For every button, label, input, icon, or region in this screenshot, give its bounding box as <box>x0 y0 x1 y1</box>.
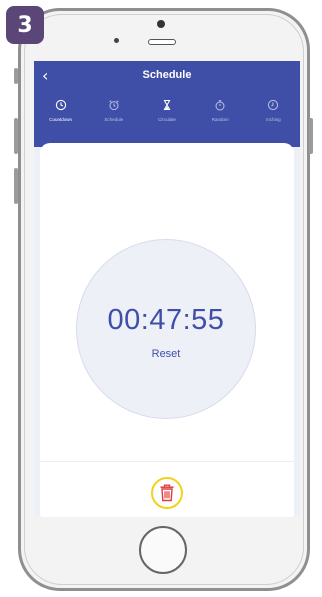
page-title: Schedule <box>142 69 192 81</box>
front-camera-icon <box>157 20 165 28</box>
tab-label: Countdown <box>49 117 72 122</box>
tab-countdown[interactable]: Countdown <box>34 99 87 139</box>
tab-label: Schedule <box>104 117 124 122</box>
clock-icon <box>55 99 66 111</box>
reset-button[interactable]: Reset <box>77 348 255 360</box>
hourglass-icon <box>163 99 171 111</box>
tab-label: Inching <box>266 117 281 122</box>
countdown-card: 00:47:55 Reset <box>40 143 294 517</box>
tab-label: Circulate <box>158 117 176 122</box>
tab-schedule[interactable]: Schedule <box>87 99 140 139</box>
tab-circulate[interactable]: Circulate <box>140 99 193 139</box>
volume-down-button <box>14 168 18 204</box>
tab-bar: Countdown Schedule Circulate Random Inch… <box>34 99 300 139</box>
delete-button[interactable] <box>151 477 183 509</box>
trash-icon <box>160 484 174 502</box>
tab-random[interactable]: Random <box>194 99 247 139</box>
tab-inching[interactable]: Inching <box>247 99 300 139</box>
mute-switch <box>14 68 18 84</box>
power-button <box>309 118 313 154</box>
tab-label: Random <box>211 117 229 122</box>
countdown-time: 00:47:55 <box>107 304 225 336</box>
app-header: ‹ Schedule Countdown Schedule Circulate … <box>34 61 300 147</box>
app-screen: ‹ Schedule Countdown Schedule Circulate … <box>34 61 300 517</box>
volume-up-button <box>14 118 18 154</box>
alarm-clock-icon <box>109 100 119 111</box>
clock-icon <box>268 99 279 111</box>
divider <box>40 461 294 462</box>
earpiece-speaker <box>148 39 176 45</box>
sensor-icon <box>114 38 119 43</box>
countdown-dial: 00:47:55 Reset <box>76 239 256 419</box>
step-badge: 3 <box>6 6 44 44</box>
home-button[interactable] <box>139 526 187 574</box>
stopwatch-icon <box>215 100 225 111</box>
